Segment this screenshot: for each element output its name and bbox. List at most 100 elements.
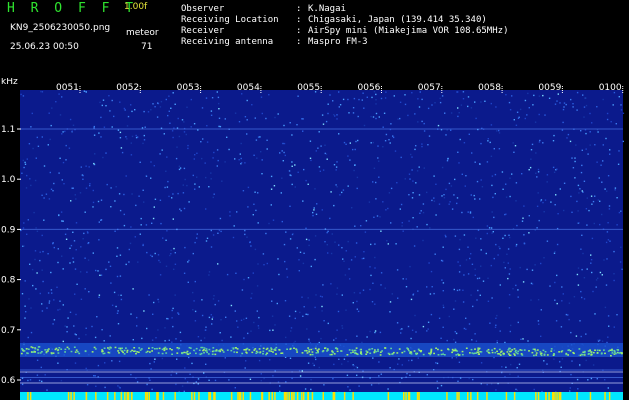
noise-speck xyxy=(620,109,623,111)
noise-speck xyxy=(522,338,524,340)
noise-speck xyxy=(363,257,365,260)
noise-speck xyxy=(313,207,315,209)
noise-speck xyxy=(303,306,305,308)
noise-speck xyxy=(480,179,482,181)
noise-speck xyxy=(395,243,397,245)
noise-speck xyxy=(196,237,198,239)
time-tick-label: 0054 xyxy=(237,83,260,93)
noise-speck xyxy=(213,295,215,297)
signal-speck xyxy=(84,350,87,352)
noise-speck xyxy=(218,108,220,110)
noise-speck xyxy=(163,133,165,135)
noise-speck xyxy=(459,138,461,141)
noise-speck xyxy=(184,367,186,369)
level-tick xyxy=(535,392,537,400)
signal-speck xyxy=(233,351,236,353)
level-tick xyxy=(387,392,390,400)
noise-speck xyxy=(316,203,318,205)
noise-speck xyxy=(370,243,372,246)
noise-speck xyxy=(469,212,472,214)
signal-speck xyxy=(270,347,272,349)
noise-speck xyxy=(515,182,518,184)
noise-speck xyxy=(450,185,453,187)
noise-speck xyxy=(356,187,358,190)
noise-speck xyxy=(29,379,32,381)
freq-tick-label: 1.1 xyxy=(1,125,15,135)
noise-speck xyxy=(508,234,510,236)
level-tick xyxy=(214,392,216,400)
noise-speck xyxy=(390,187,393,190)
noise-speck xyxy=(332,378,334,380)
signal-speck xyxy=(309,353,312,356)
noise-speck xyxy=(166,156,168,158)
signal-speck xyxy=(265,348,268,351)
noise-speck xyxy=(291,233,294,236)
noise-speck xyxy=(119,209,122,212)
signal-speck xyxy=(330,353,333,356)
signal-speck xyxy=(207,353,210,355)
noise-speck xyxy=(474,161,476,163)
signal-speck xyxy=(121,347,123,349)
noise-speck xyxy=(62,340,64,343)
noise-speck xyxy=(363,251,365,253)
level-tick xyxy=(131,392,133,400)
noise-speck xyxy=(234,158,236,160)
noise-speck xyxy=(61,220,63,222)
signal-speck xyxy=(265,353,267,356)
noise-speck xyxy=(281,177,283,179)
noise-speck xyxy=(465,317,467,319)
noise-speck xyxy=(334,241,336,243)
noise-speck xyxy=(277,381,280,383)
signal-speck xyxy=(336,350,339,353)
noise-speck xyxy=(274,116,276,119)
noise-speck xyxy=(372,181,374,183)
noise-speck xyxy=(453,308,455,310)
noise-speck xyxy=(69,118,72,121)
noise-speck xyxy=(244,162,246,164)
noise-speck xyxy=(436,362,439,365)
noise-speck xyxy=(41,269,43,271)
signal-speck xyxy=(384,347,386,349)
noise-speck xyxy=(484,100,486,102)
noise-speck xyxy=(309,157,312,159)
noise-speck xyxy=(572,106,574,108)
noise-speck xyxy=(580,335,582,338)
signal-speck xyxy=(533,354,535,357)
noise-speck xyxy=(243,337,245,339)
noise-speck xyxy=(208,271,211,273)
noise-speck xyxy=(281,220,283,223)
noise-speck xyxy=(62,131,64,133)
signal-speck xyxy=(137,351,140,353)
noise-speck xyxy=(258,316,260,319)
noise-speck xyxy=(108,261,110,263)
noise-speck xyxy=(349,159,351,161)
noise-speck xyxy=(85,165,87,167)
noise-speck xyxy=(422,325,425,328)
noise-speck xyxy=(542,142,544,144)
noise-speck xyxy=(451,208,454,210)
noise-speck xyxy=(571,211,573,213)
signal-speck xyxy=(101,350,103,353)
signal-speck xyxy=(262,347,265,350)
noise-speck xyxy=(392,136,395,139)
noise-speck xyxy=(101,104,103,107)
noise-speck xyxy=(581,164,583,167)
noise-speck xyxy=(142,189,144,191)
noise-speck xyxy=(463,142,466,144)
noise-speck xyxy=(22,227,25,229)
noise-speck xyxy=(602,144,604,146)
noise-speck xyxy=(111,304,114,306)
noise-speck xyxy=(487,277,489,279)
noise-speck xyxy=(83,232,85,235)
signal-speck xyxy=(509,354,512,356)
noise-speck xyxy=(607,336,609,338)
noise-speck xyxy=(88,291,90,293)
noise-speck xyxy=(585,208,588,210)
signal-speck xyxy=(535,354,538,356)
noise-speck xyxy=(325,120,328,123)
noise-speck xyxy=(370,115,372,118)
noise-speck xyxy=(336,114,338,116)
noise-speck xyxy=(402,278,404,280)
noise-speck xyxy=(341,325,343,327)
noise-speck xyxy=(515,243,518,246)
